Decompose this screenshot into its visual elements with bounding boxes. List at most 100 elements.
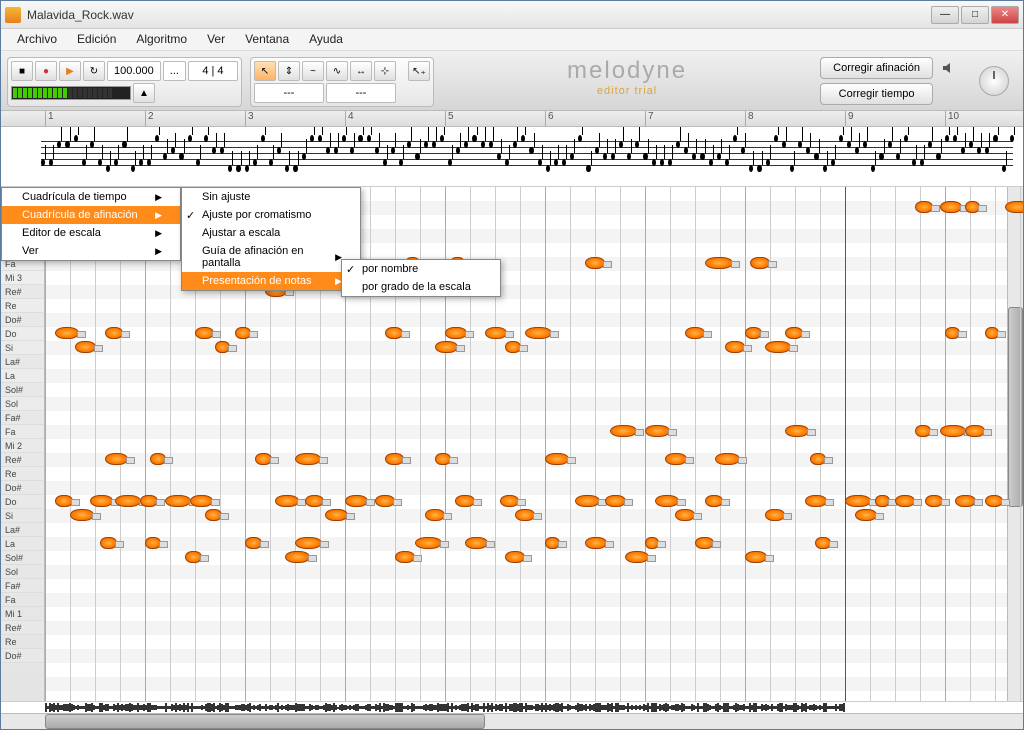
context-item[interactable]: Guía de afinación en pantalla▶	[182, 242, 360, 272]
stop-button[interactable]: ■	[11, 61, 33, 81]
correct-time-button[interactable]: Corregir tiempo	[820, 83, 933, 105]
piano-key[interactable]: Do#	[1, 313, 44, 327]
note-blob[interactable]	[715, 453, 740, 465]
note-blob[interactable]	[940, 201, 962, 213]
context-item[interactable]: Ajustar a escala	[182, 224, 360, 242]
note-blob[interactable]	[325, 509, 348, 521]
overview-waveform[interactable]	[1, 701, 1023, 713]
note-blob[interactable]	[645, 537, 659, 549]
note-blob[interactable]	[505, 551, 525, 563]
note-blob[interactable]	[485, 327, 507, 339]
volume-knob[interactable]	[979, 66, 1009, 96]
note-blob[interactable]	[100, 537, 117, 549]
piano-key[interactable]: Do#	[1, 481, 44, 495]
piano-key[interactable]: Re#	[1, 453, 44, 467]
context-item[interactable]: Cuadrícula de tiempo▶	[2, 188, 180, 206]
note-blob[interactable]	[185, 551, 202, 563]
note-blob[interactable]	[455, 495, 475, 507]
note-blob[interactable]	[215, 341, 230, 353]
correct-pitch-button[interactable]: Corregir afinación	[820, 57, 933, 79]
note-blob[interactable]	[645, 425, 670, 437]
note-blob[interactable]	[245, 537, 262, 549]
piano-key[interactable]: Si	[1, 509, 44, 523]
context-item[interactable]: Ver▶	[2, 242, 180, 260]
menu-ayuda[interactable]: Ayuda	[299, 29, 353, 50]
note-blob[interactable]	[285, 551, 310, 563]
note-blob[interactable]	[465, 537, 488, 549]
note-blob[interactable]	[375, 495, 395, 507]
note-blob[interactable]	[965, 201, 980, 213]
note-blob[interactable]	[655, 495, 679, 507]
note-blob[interactable]	[90, 495, 113, 507]
piano-key[interactable]: Sol#	[1, 383, 44, 397]
note-blob[interactable]	[500, 495, 519, 507]
note-blob[interactable]	[575, 495, 600, 507]
note-blob[interactable]	[75, 341, 96, 353]
note-blob[interactable]	[275, 495, 299, 507]
menu-archivo[interactable]: Archivo	[7, 29, 67, 50]
note-blob[interactable]	[945, 327, 960, 339]
horizontal-scrollbar[interactable]	[1, 713, 1023, 729]
note-blob[interactable]	[765, 509, 785, 521]
context-item[interactable]: Editor de escala▶	[2, 224, 180, 242]
piano-key[interactable]: Fa#	[1, 411, 44, 425]
note-blob[interactable]	[605, 495, 626, 507]
note-blob[interactable]	[745, 327, 762, 339]
note-blob[interactable]	[940, 425, 966, 437]
note-blob[interactable]	[965, 425, 985, 437]
context-item[interactable]: Cuadrícula de afinación▶	[2, 206, 180, 224]
piano-key[interactable]: Si	[1, 341, 44, 355]
note-blob[interactable]	[345, 495, 368, 507]
piano-key[interactable]: Do	[1, 495, 44, 509]
note-blob[interactable]	[955, 495, 976, 507]
note-blob[interactable]	[675, 509, 695, 521]
piano-key[interactable]: Fa	[1, 425, 44, 439]
note-blob[interactable]	[750, 257, 770, 269]
note-blob[interactable]	[150, 453, 166, 465]
context-item[interactable]: ✓por nombre	[342, 260, 500, 278]
piano-key[interactable]: Re	[1, 635, 44, 649]
maximize-button[interactable]: □	[961, 6, 989, 24]
note-blob[interactable]	[725, 341, 745, 353]
note-blob[interactable]	[765, 341, 791, 353]
secondary-tool[interactable]: ↖₊	[408, 61, 430, 81]
note-blob[interactable]	[805, 495, 827, 507]
note-blob[interactable]	[190, 495, 213, 507]
note-blob[interactable]	[875, 495, 890, 507]
note-blob[interactable]	[745, 551, 767, 563]
piano-key[interactable]: Mi 3	[1, 271, 44, 285]
context-item[interactable]: por grado de la escala	[342, 278, 500, 296]
note-blob[interactable]	[295, 537, 322, 549]
note-blob[interactable]	[1005, 201, 1023, 213]
piano-key[interactable]: La	[1, 537, 44, 551]
note-blob[interactable]	[55, 327, 79, 339]
loop-button[interactable]: ↻	[83, 61, 105, 81]
note-blob[interactable]	[195, 327, 214, 339]
piano-key[interactable]: Do#	[1, 649, 44, 663]
note-blob[interactable]	[785, 327, 803, 339]
note-blob[interactable]	[665, 453, 687, 465]
note-blob[interactable]	[140, 495, 158, 507]
piano-key[interactable]: La	[1, 369, 44, 383]
context-item[interactable]: Presentación de notas▶	[182, 272, 360, 290]
piano-key[interactable]: Re	[1, 299, 44, 313]
note-blob[interactable]	[415, 537, 442, 549]
note-blob[interactable]	[855, 509, 877, 521]
note-blob[interactable]	[585, 257, 605, 269]
piano-key[interactable]: Re#	[1, 285, 44, 299]
note-blob[interactable]	[525, 327, 552, 339]
note-blob[interactable]	[235, 327, 251, 339]
note-blob[interactable]	[915, 201, 933, 213]
note-blob[interactable]	[985, 327, 999, 339]
piano-key[interactable]: Fa	[1, 593, 44, 607]
pointer-tool[interactable]: ↖	[254, 61, 276, 81]
note-blob[interactable]	[55, 495, 73, 507]
note-blob[interactable]	[255, 453, 272, 465]
piano-key[interactable]: La#	[1, 523, 44, 537]
note-blob[interactable]	[705, 495, 723, 507]
score-view[interactable]	[1, 127, 1023, 187]
note-blob[interactable]	[395, 551, 415, 563]
note-blob[interactable]	[785, 425, 809, 437]
piano-key[interactable]: Sol#	[1, 551, 44, 565]
piano-key[interactable]: Fa#	[1, 579, 44, 593]
